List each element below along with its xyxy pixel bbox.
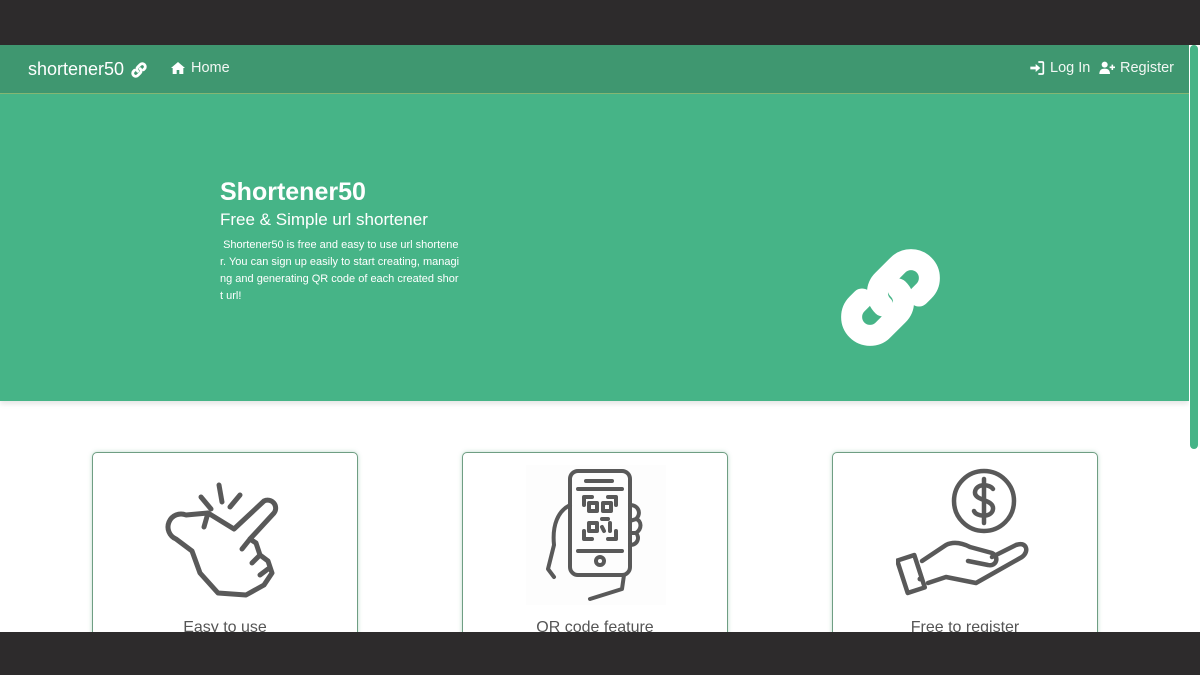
- hand-dollar-icon: [896, 468, 1029, 596]
- scrollbar-thumb[interactable]: [1190, 45, 1198, 449]
- browser-viewport: shortener50 Home Log In Register Shorten…: [0, 45, 1200, 632]
- snap-fingers-icon: [165, 482, 279, 598]
- nav-login-link[interactable]: Log In: [1029, 60, 1090, 76]
- feature-card-free[interactable]: Free to register: [832, 452, 1098, 632]
- link-icon: [841, 249, 940, 346]
- feature-card-qr[interactable]: QR code feature: [462, 452, 728, 632]
- hero-title: Shortener50: [220, 178, 366, 206]
- letterbox-top: [0, 0, 1200, 45]
- phone-qr-icon: [526, 465, 666, 605]
- feature-card-easy[interactable]: Easy to use: [92, 452, 358, 632]
- nav-register-link[interactable]: Register: [1099, 60, 1174, 76]
- home-icon: [171, 62, 185, 74]
- nav-login-label: Log In: [1050, 60, 1091, 76]
- feature-title: Free to register: [910, 619, 1020, 632]
- feature-title: Easy to use: [183, 619, 267, 632]
- feature-title: QR code feature: [536, 619, 654, 632]
- letterbox-bottom: [0, 632, 1200, 675]
- brand-link[interactable]: shortener50: [28, 59, 149, 80]
- hero-description: Shortener50 is free and easy to use url …: [220, 239, 460, 302]
- navbar: shortener50 Home Log In Register: [0, 45, 1189, 94]
- brand-name: shortener50: [28, 59, 125, 79]
- link-icon: [131, 61, 147, 78]
- user-plus-icon: [1099, 61, 1115, 74]
- nav-home-label: Home: [191, 60, 230, 76]
- nav-home-link[interactable]: Home: [170, 60, 230, 76]
- sign-in-icon: [1030, 61, 1045, 75]
- nav-register-label: Register: [1120, 60, 1174, 76]
- hero-subtitle: Free & Simple url shortener: [220, 210, 428, 229]
- hero-section: Shortener50 Free & Simple url shortener …: [0, 94, 1189, 401]
